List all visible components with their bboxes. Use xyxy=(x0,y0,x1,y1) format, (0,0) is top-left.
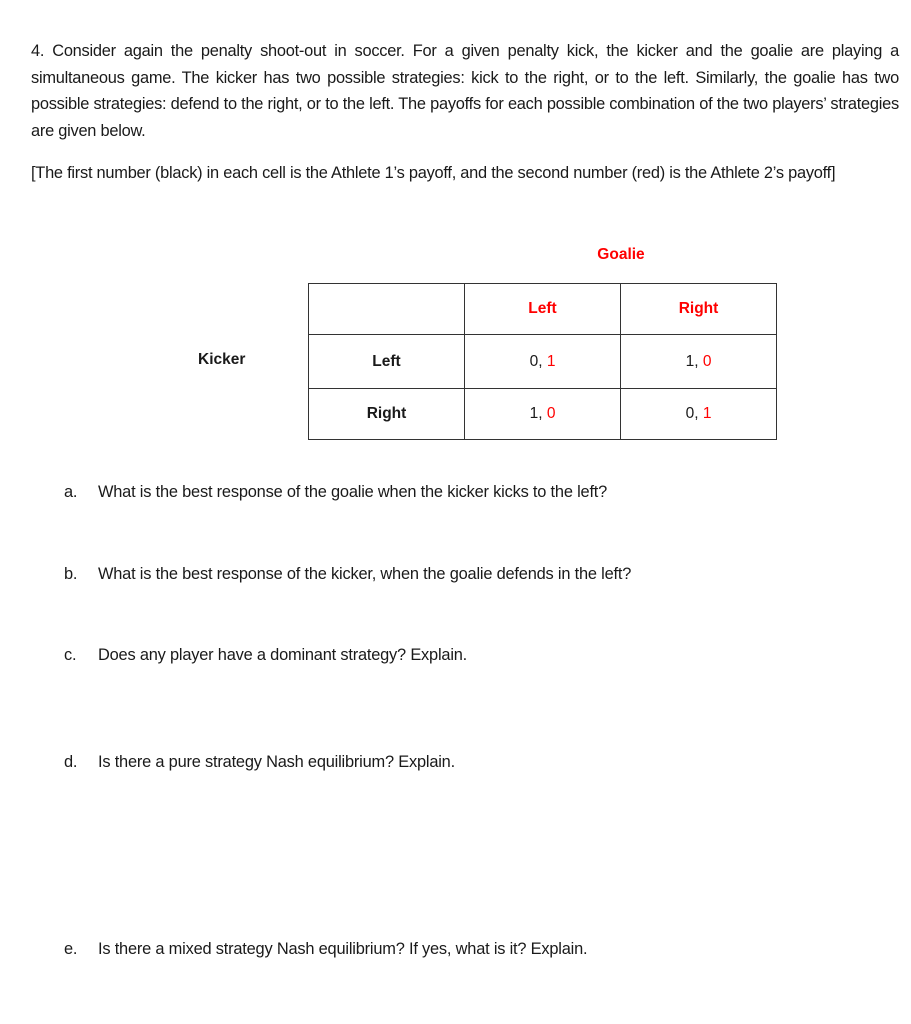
player2-payoff: 0 xyxy=(702,352,712,370)
question-letter: c. xyxy=(64,646,77,664)
row-strategy-right: Right xyxy=(308,388,465,440)
question-text: What is the best response of the goalie … xyxy=(98,483,608,501)
question-d: d. Is there a pure strategy Nash equilibr… xyxy=(64,753,455,772)
column-strategy-left: Left xyxy=(464,283,621,335)
question-text: Is there a mixed strategy Nash equilibri… xyxy=(98,940,588,958)
player1-payoff: 1 xyxy=(685,352,695,370)
matrix-corner-cell xyxy=(308,283,465,335)
column-player-label: Goalie xyxy=(597,246,645,263)
question-letter: b. xyxy=(64,565,78,583)
payoff-cell: 1, 0 xyxy=(620,334,777,389)
player2-payoff: 1 xyxy=(546,352,556,370)
question-e: e. Is there a mixed strategy Nash equilib… xyxy=(64,940,588,959)
row-strategy-left: Left xyxy=(308,334,465,389)
column-strategy-right: Right xyxy=(620,283,777,335)
payoff-note: [The first number (black) in each cell i… xyxy=(31,164,836,182)
question-letter: a. xyxy=(64,483,78,501)
question-text: Is there a pure strategy Nash equilibriu… xyxy=(98,753,455,771)
player2-payoff: 0 xyxy=(546,405,556,422)
row-player-label: Kicker xyxy=(198,351,246,368)
matrix-header-row: Left Right xyxy=(308,283,777,335)
question-letter: e. xyxy=(64,940,78,958)
payoff-cell: 0, 1 xyxy=(620,388,777,440)
question-a: a. What is the best response of the goali… xyxy=(64,483,607,502)
problem-intro: 4. Consider again the penalty shoot-out … xyxy=(31,42,899,140)
payoff-matrix: Left Right Left 0, 1 1, 0 Right 1, 0 0, … xyxy=(308,283,777,440)
question-text: Does any player have a dominant strategy… xyxy=(98,646,468,664)
question-text: What is the best response of the kicker,… xyxy=(98,565,632,583)
payoff-cell: 0, 1 xyxy=(464,334,621,389)
player1-payoff: 1 xyxy=(529,405,539,422)
question-letter: d. xyxy=(64,753,78,771)
payoff-cell: 1, 0 xyxy=(464,388,621,440)
question-c: c. Does any player have a dominant strate… xyxy=(64,646,467,665)
player1-payoff: 0 xyxy=(529,352,539,370)
matrix-row: Right 1, 0 0, 1 xyxy=(308,388,777,440)
player1-payoff: 0 xyxy=(685,405,695,422)
question-b: b. What is the best response of the kicke… xyxy=(64,565,631,584)
matrix-row: Left 0, 1 1, 0 xyxy=(308,334,777,389)
player2-payoff: 1 xyxy=(702,405,712,422)
